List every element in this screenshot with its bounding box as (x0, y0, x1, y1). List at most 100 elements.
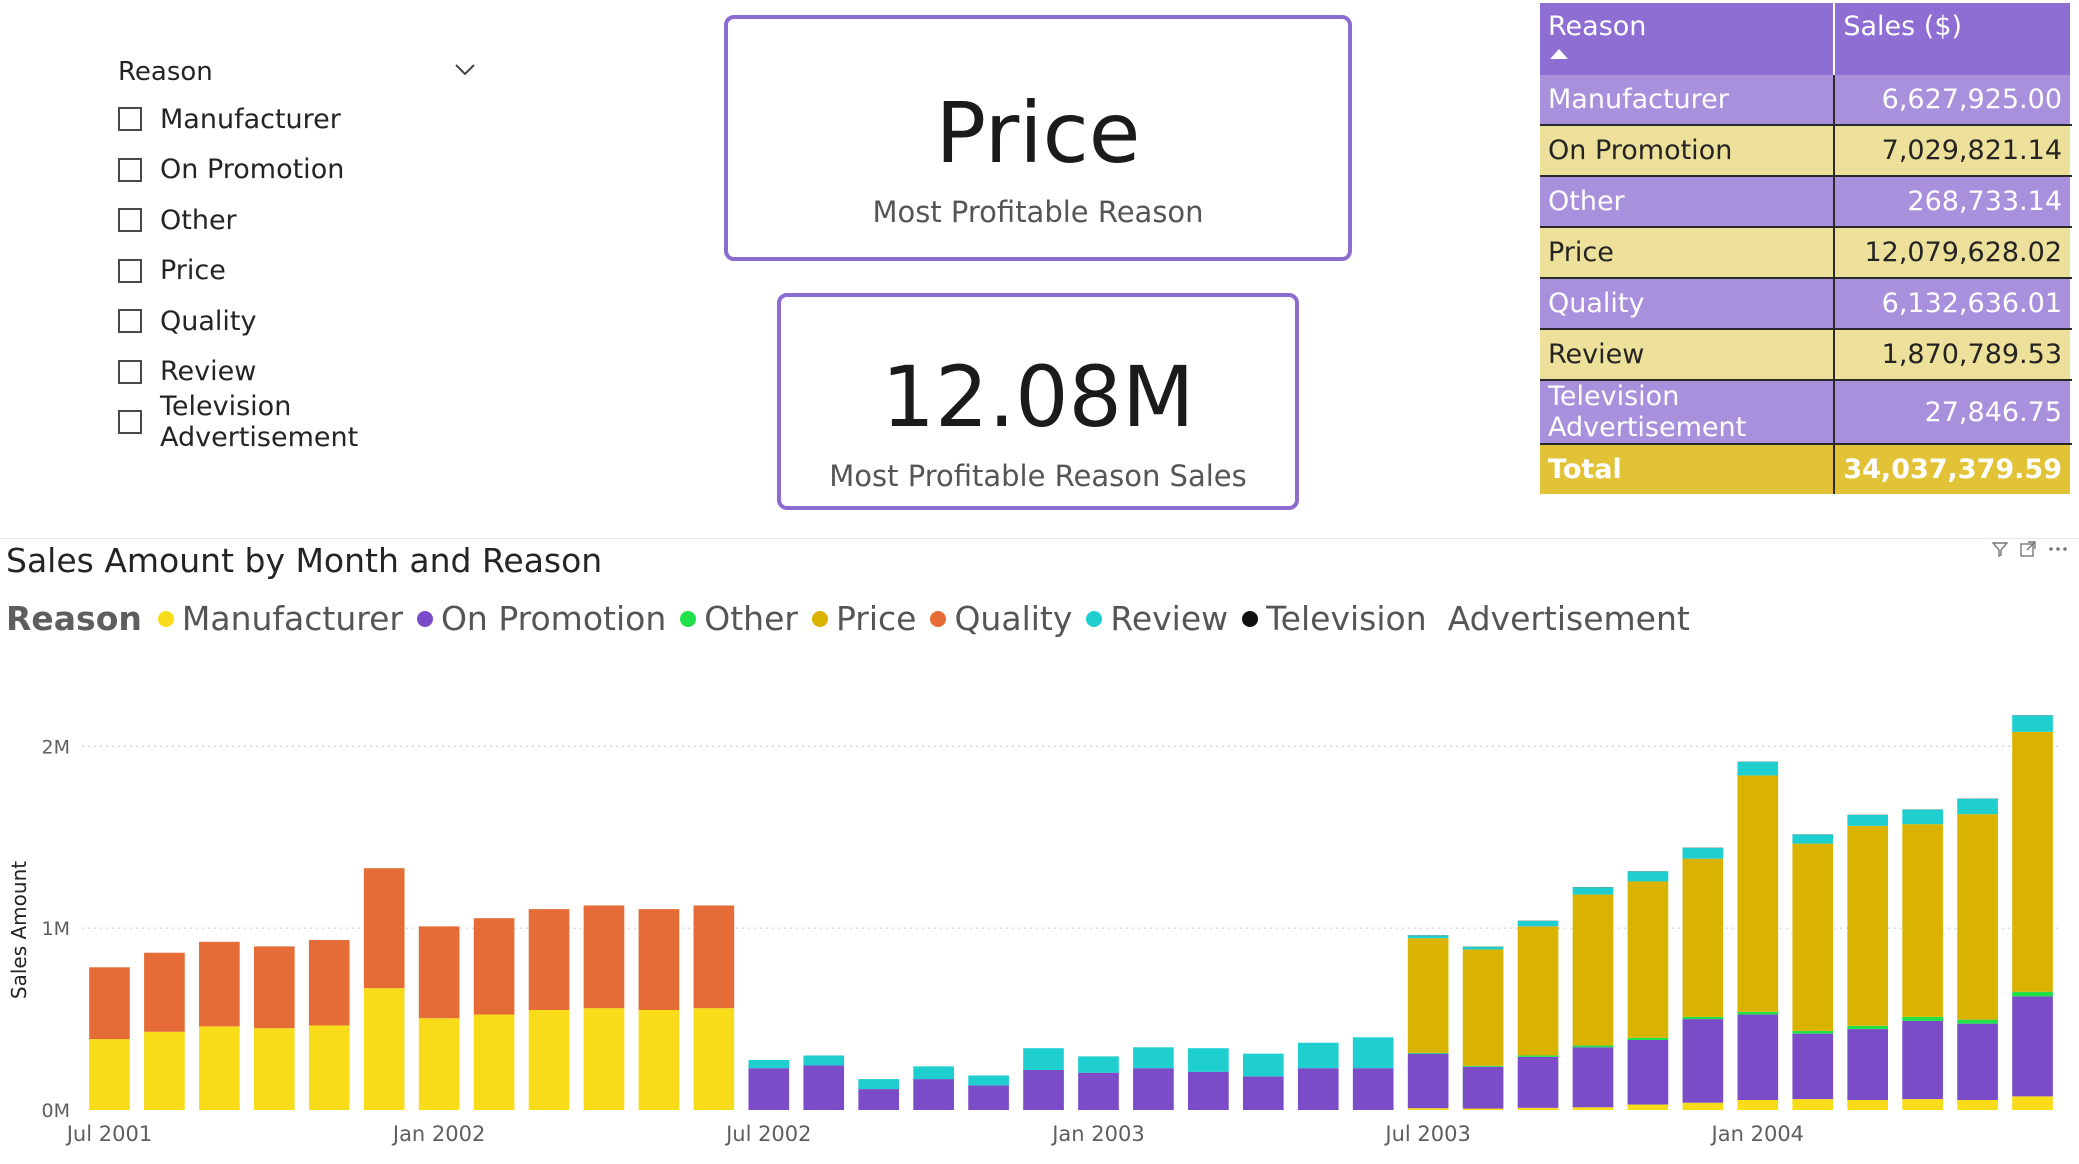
bar-segment-on-promotion[interactable] (1133, 1068, 1174, 1110)
bar-segment-on-promotion[interactable] (1023, 1070, 1064, 1110)
slicer-item-manufacturer[interactable]: Manufacturer (118, 94, 488, 145)
checkbox[interactable] (118, 410, 142, 435)
bar-segment-review[interactable] (1352, 1037, 1394, 1069)
bar-segment-price[interactable] (1682, 858, 1724, 1017)
bar-segment-review[interactable] (1682, 847, 1724, 859)
bar-segment-review[interactable] (803, 1055, 845, 1066)
bar-segment-on-promotion[interactable] (1407, 1053, 1449, 1109)
slicer-item-on-promotion[interactable]: On Promotion (118, 145, 488, 196)
bar-segment-on-promotion[interactable] (1572, 1047, 1614, 1108)
bar-segment-price[interactable] (1792, 843, 1834, 1031)
bar-segment-on-promotion[interactable] (913, 1079, 954, 1110)
bar-segment-manufacturer[interactable] (1627, 1104, 1669, 1110)
bar-segment-price[interactable] (1517, 926, 1559, 1056)
bar-segment-other[interactable] (1847, 1025, 1889, 1030)
slicer-item-review[interactable]: Review (118, 347, 488, 398)
bar-segment-other[interactable] (2012, 991, 2053, 997)
checkbox[interactable] (118, 309, 142, 334)
bar-segment-review[interactable] (2012, 715, 2053, 732)
bar-segment-quality[interactable] (638, 909, 680, 1010)
table-row[interactable]: Quality 6,132,636.01 (1540, 278, 2072, 330)
table-row[interactable]: On Promotion 7,029,821.14 (1540, 125, 2072, 177)
bar-segment-manufacturer[interactable] (638, 1010, 680, 1110)
bar-segment-manufacturer[interactable] (418, 1018, 460, 1110)
bar-segment-quality[interactable] (144, 952, 185, 1032)
bar-segment-review[interactable] (1737, 761, 1779, 776)
bar-segment-on-promotion[interactable] (748, 1068, 790, 1110)
bar-segment-price[interactable] (1847, 825, 1889, 1026)
bar-segment-other[interactable] (1957, 1019, 1998, 1024)
bar-segment-on-promotion[interactable] (1682, 1019, 1724, 1103)
bar-segment-review[interactable] (1572, 887, 1614, 895)
bar-segment-quality[interactable] (363, 868, 405, 989)
bar-segment-review[interactable] (748, 1060, 790, 1069)
slicer-item-television-advertisement[interactable]: Television Advertisement (118, 391, 488, 453)
bar-segment-quality[interactable] (693, 905, 735, 1009)
bar-segment-review[interactable] (858, 1079, 900, 1090)
bar-segment-manufacturer[interactable] (1902, 1099, 1943, 1110)
bar-segment-on-promotion[interactable] (858, 1089, 900, 1110)
bar-segment-on-promotion[interactable] (1792, 1033, 1834, 1100)
bar-segment-manufacturer[interactable] (1462, 1108, 1504, 1110)
bar-segment-review[interactable] (1957, 798, 1998, 815)
bar-segment-other[interactable] (1572, 1045, 1614, 1048)
bar-segment-manufacturer[interactable] (1407, 1108, 1449, 1110)
table-row[interactable]: Price 12,079,628.02 (1540, 227, 2072, 279)
bar-segment-manufacturer[interactable] (363, 988, 405, 1110)
bar-segment-manufacturer[interactable] (693, 1008, 735, 1110)
bar-segment-manufacturer[interactable] (2012, 1096, 2053, 1110)
bar-segment-price[interactable] (1902, 824, 1943, 1017)
legend-item-manufacturer[interactable]: Manufacturer (157, 596, 403, 642)
legend-item-television-advertisement[interactable]: Television Advertisement (1242, 596, 1690, 642)
bar-segment-other[interactable] (1792, 1030, 1834, 1034)
bar-segment-manufacturer[interactable] (473, 1014, 515, 1110)
bar-segment-manufacturer[interactable] (1957, 1100, 1998, 1110)
checkbox[interactable] (118, 208, 142, 233)
bar-segment-on-promotion[interactable] (803, 1065, 845, 1110)
focus-mode-icon[interactable] (2019, 540, 2037, 558)
slicer-header[interactable]: Reason (118, 50, 488, 94)
table-row[interactable]: Review 1,870,789.53 (1540, 329, 2072, 381)
bar-segment-quality[interactable] (253, 946, 295, 1029)
bar-segment-other[interactable] (1462, 1065, 1504, 1067)
bar-segment-review[interactable] (1902, 809, 1943, 825)
bar-segment-manufacturer[interactable] (199, 1026, 240, 1110)
bar-segment-review[interactable] (1242, 1053, 1284, 1077)
bar-segment-review[interactable] (1133, 1047, 1174, 1069)
bar-segment-other[interactable] (1627, 1037, 1669, 1040)
bar-segment-review[interactable] (1627, 871, 1669, 882)
bar-segment-quality[interactable] (473, 918, 515, 1015)
bar-segment-review[interactable] (968, 1075, 1009, 1086)
bar-segment-on-promotion[interactable] (2012, 996, 2053, 1097)
bar-segment-price[interactable] (1737, 775, 1779, 1012)
checkbox[interactable] (118, 258, 142, 283)
bar-segment-on-promotion[interactable] (1242, 1076, 1284, 1110)
legend-item-review[interactable]: Review (1086, 596, 1228, 642)
bar-segment-on-promotion[interactable] (1188, 1071, 1229, 1110)
bar-segment-review[interactable] (1792, 834, 1834, 844)
legend-item-quality[interactable]: Quality (930, 596, 1072, 642)
bar-segment-manufacturer[interactable] (1572, 1107, 1614, 1110)
bar-segment-on-promotion[interactable] (968, 1085, 1009, 1110)
bar-segment-other[interactable] (1737, 1011, 1779, 1015)
bar-segment-review[interactable] (1078, 1056, 1119, 1073)
column-header-sales[interactable]: Sales ($) (1834, 3, 2072, 75)
more-options-icon[interactable] (2047, 540, 2069, 558)
legend-item-on-promotion[interactable]: On Promotion (416, 596, 666, 642)
bar-segment-review[interactable] (1847, 814, 1889, 826)
legend-item-other[interactable]: Other (680, 596, 798, 642)
legend-item-price[interactable]: Price (811, 596, 916, 642)
bar-segment-manufacturer[interactable] (1847, 1100, 1889, 1110)
bar-segment-on-promotion[interactable] (1517, 1056, 1559, 1108)
bar-segment-review[interactable] (1407, 935, 1449, 939)
slicer-item-other[interactable]: Other (118, 195, 488, 246)
bar-segment-on-promotion[interactable] (1352, 1068, 1394, 1110)
table-row[interactable]: Manufacturer 6,627,925.00 (1540, 75, 2072, 126)
bar-segment-on-promotion[interactable] (1902, 1020, 1943, 1100)
bar-segment-price[interactable] (1407, 938, 1449, 1053)
checkbox[interactable] (118, 157, 142, 182)
bar-segment-manufacturer[interactable] (308, 1025, 350, 1110)
bar-segment-review[interactable] (1517, 920, 1559, 927)
table-row[interactable]: Television Advertisement 27,846.75 (1540, 380, 2072, 445)
table-row[interactable]: Other 268,733.14 (1540, 176, 2072, 228)
